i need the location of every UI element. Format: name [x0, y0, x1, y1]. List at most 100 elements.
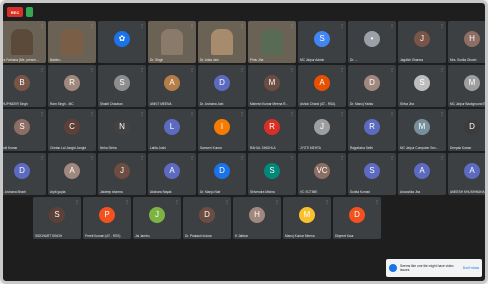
- participant-tile[interactable]: • ⋮ Dr. ...: [348, 21, 396, 63]
- participant-name: H Jabbar: [235, 234, 248, 238]
- participant-tile[interactable]: VC ⋮ VC SCTIME: [298, 153, 346, 195]
- more-options-icon[interactable]: ⋮: [290, 23, 294, 28]
- participant-name: Dr. Anita Jain: [200, 58, 219, 62]
- video-feed: [161, 29, 183, 55]
- participant-tile[interactable]: D ⋮ Dr. Manoj Yadav: [348, 65, 396, 107]
- more-options-icon[interactable]: ⋮: [40, 67, 44, 72]
- participant-tile[interactable]: ⋮ Pintu Jha: [248, 21, 296, 63]
- more-options-icon[interactable]: ⋮: [90, 155, 94, 160]
- more-options-icon[interactable]: ⋮: [340, 155, 344, 160]
- more-options-icon[interactable]: ⋮: [140, 23, 144, 28]
- more-options-icon[interactable]: ⋮: [90, 111, 94, 116]
- participant-tile[interactable]: M ⋮ MC Jaipur Computer Sec...: [398, 109, 446, 151]
- participant-tile[interactable]: D ⋮ Dr. Manju Nair: [198, 153, 246, 195]
- more-options-icon[interactable]: ⋮: [190, 155, 194, 160]
- avatar: S: [364, 162, 380, 179]
- more-options-icon[interactable]: ⋮: [140, 111, 144, 116]
- notification-toast: Seems like one tile might have video iss…: [386, 259, 482, 277]
- more-options-icon[interactable]: ⋮: [440, 23, 444, 28]
- more-options-icon[interactable]: ⋮: [375, 199, 379, 204]
- more-options-icon[interactable]: ⋮: [340, 23, 344, 28]
- participant-tile[interactable]: I ⋮ Samveri Kumar: [198, 109, 246, 151]
- more-options-icon[interactable]: ⋮: [225, 199, 229, 204]
- participant-tile[interactable]: S ⋮ Sunil Kumar: [3, 109, 46, 151]
- participant-tile[interactable]: ⋮ Baldev...: [48, 21, 96, 63]
- more-options-icon[interactable]: ⋮: [190, 111, 194, 116]
- more-options-icon[interactable]: ⋮: [240, 111, 244, 116]
- participant-tile[interactable]: A ⋮ Arpit gupta: [48, 153, 96, 195]
- participant-tile[interactable]: A ⋮ Ashok Chand (AT - RSA): [298, 65, 346, 107]
- participant-tile[interactable]: J ⋮ JYOTI MEHTA: [298, 109, 346, 151]
- participant-tile[interactable]: M ⋮ Manoj Kumar Meena: [283, 197, 331, 239]
- more-options-icon[interactable]: ⋮: [340, 67, 344, 72]
- more-options-icon[interactable]: ⋮: [290, 111, 294, 116]
- more-options-icon[interactable]: ⋮: [140, 67, 144, 72]
- participant-tile[interactable]: J ⋮ Jai Jambu: [133, 197, 181, 239]
- more-options-icon[interactable]: ⋮: [190, 23, 194, 28]
- participant-tile[interactable]: A ⋮ Anoushka Jha: [398, 153, 446, 195]
- meeting-window: REC ⋮ Mrs Farhana (Me, presen... ⋮ Baldev..…: [0, 0, 488, 284]
- participant-tile[interactable]: S ⋮ SIDDHART SINGH: [33, 197, 81, 239]
- participant-tile[interactable]: A ⋮ ANKIT MEENA: [148, 65, 196, 107]
- participant-tile[interactable]: N ⋮ Neha Sinha: [98, 109, 146, 151]
- participant-tile[interactable]: R ⋮ Ram Singh - MC: [48, 65, 96, 107]
- participant-tile[interactable]: S ⋮ Sunita Kumari: [348, 153, 396, 195]
- more-options-icon[interactable]: ⋮: [125, 199, 129, 204]
- more-options-icon[interactable]: ⋮: [290, 67, 294, 72]
- toast-dismiss-button[interactable]: Don't show: [463, 266, 479, 270]
- more-options-icon[interactable]: ⋮: [240, 67, 244, 72]
- more-options-icon[interactable]: ⋮: [340, 111, 344, 116]
- participant-tile[interactable]: D ⋮ Dr. Prakash Indora: [183, 197, 231, 239]
- participant-tile[interactable]: P ⋮ Preeti Kumari (AT - RSS): [83, 197, 131, 239]
- participant-tile[interactable]: A⋮ANEESH KHUSHWAHA: [448, 153, 485, 195]
- more-options-icon[interactable]: ⋮: [90, 67, 94, 72]
- participant-name: Pintu Jha: [250, 58, 264, 62]
- more-options-icon[interactable]: ⋮: [390, 155, 394, 160]
- more-options-icon[interactable]: ⋮: [390, 23, 394, 28]
- more-options-icon[interactable]: ⋮: [140, 155, 144, 160]
- participant-tile[interactable]: D⋮Deepak Kumar: [448, 109, 485, 151]
- participant-tile[interactable]: B ⋮ BHUPINDER Singh: [3, 65, 46, 107]
- participant-tile[interactable]: H⋮Mrs. Sunita Ghosh: [448, 21, 485, 63]
- participant-tile[interactable]: S ⋮ Shivendra Mishra: [248, 153, 296, 195]
- participant-tile[interactable]: J ⋮ Jagdish Sharma: [398, 21, 446, 63]
- participant-tile[interactable]: S ⋮ Shakti Chauhan: [98, 65, 146, 107]
- participant-tile[interactable]: J ⋮ Jaideep sharma: [98, 153, 146, 195]
- more-options-icon[interactable]: ⋮: [240, 155, 244, 160]
- participant-tile[interactable]: ⋮ Mrs Farhana (Me, presen...: [3, 21, 46, 63]
- participant-tile[interactable]: M ⋮ Mahesh Kumar Meena R...: [248, 65, 296, 107]
- more-options-icon[interactable]: ⋮: [40, 155, 44, 160]
- participant-tile[interactable]: H ⋮ H Jabbar: [233, 197, 281, 239]
- more-options-icon[interactable]: ⋮: [40, 111, 44, 116]
- more-options-icon[interactable]: ⋮: [440, 155, 444, 160]
- participant-tile[interactable]: D ⋮ Dilpreet Kaur: [333, 197, 381, 239]
- more-options-icon[interactable]: ⋮: [440, 111, 444, 116]
- participant-tile[interactable]: ✿ ⋮: [98, 21, 146, 63]
- participant-tile[interactable]: S ⋮ Shiva Jha: [398, 65, 446, 107]
- participant-tile[interactable]: ⋮ Dr. Singh: [148, 21, 196, 63]
- more-options-icon[interactable]: ⋮: [440, 67, 444, 72]
- more-options-icon[interactable]: ⋮: [390, 67, 394, 72]
- more-options-icon[interactable]: ⋮: [40, 23, 44, 28]
- participant-tile[interactable]: R ⋮ Rajyaksha Sethi: [348, 109, 396, 151]
- participant-name: Dr. Manju Nair: [200, 190, 221, 194]
- participant-tile[interactable]: ⋮ Dr. Anita Jain: [198, 21, 246, 63]
- more-options-icon[interactable]: ⋮: [325, 199, 329, 204]
- more-options-icon[interactable]: ⋮: [75, 199, 79, 204]
- more-options-icon[interactable]: ⋮: [90, 23, 94, 28]
- participant-tile[interactable]: R ⋮ RAHUL SINGHLA: [248, 109, 296, 151]
- participant-tile[interactable]: L ⋮ Lalita Joshi: [148, 109, 196, 151]
- more-options-icon[interactable]: ⋮: [175, 199, 179, 204]
- participant-tile[interactable]: S ⋮ MC Jaipur Admin: [298, 21, 346, 63]
- more-options-icon[interactable]: ⋮: [290, 155, 294, 160]
- more-options-icon[interactable]: ⋮: [275, 199, 279, 204]
- more-options-icon[interactable]: ⋮: [240, 23, 244, 28]
- participant-tile[interactable]: M⋮MC Jaipur Background E...: [448, 65, 485, 107]
- participant-tile[interactable]: D ⋮ Dr. Archana Bharti: [3, 153, 46, 195]
- more-options-icon[interactable]: ⋮: [190, 67, 194, 72]
- participant-tile[interactable]: A ⋮ Akshara Nayak: [148, 153, 196, 195]
- participant-tile[interactable]: C ⋮ Chetan Lal Jangid Jangid: [48, 109, 96, 151]
- participant-name: Akshara Nayak: [150, 190, 172, 194]
- participant-tile[interactable]: D ⋮ Dr. Archana Jain: [198, 65, 246, 107]
- more-options-icon[interactable]: ⋮: [390, 111, 394, 116]
